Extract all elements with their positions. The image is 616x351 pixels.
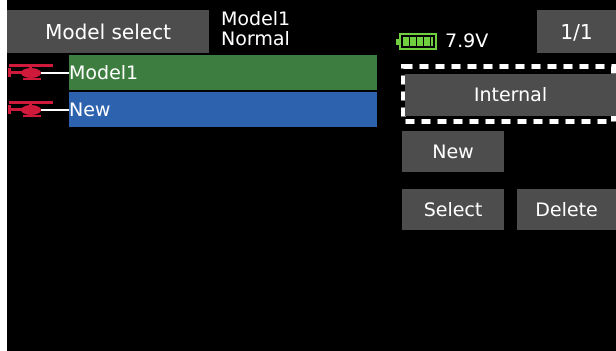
battery-voltage: 7.9V bbox=[445, 30, 489, 52]
select-model-label: Select bbox=[423, 198, 483, 221]
storage-internal-label: Internal bbox=[473, 84, 548, 106]
battery-status: 7.9V bbox=[396, 30, 489, 52]
current-model-info: Model1 Normal bbox=[221, 10, 290, 50]
select-model-button[interactable]: Select bbox=[402, 189, 504, 230]
new-model-label: New bbox=[432, 140, 474, 163]
helicopter-icon bbox=[8, 101, 69, 117]
helicopter-icon bbox=[8, 64, 69, 80]
page-indicator-label: 1/1 bbox=[560, 19, 593, 44]
storage-internal-button[interactable]: Internal bbox=[405, 74, 616, 116]
model-list-item-label: Model1 bbox=[69, 61, 139, 84]
delete-model-button[interactable]: Delete bbox=[517, 189, 616, 230]
screen-title: Model select bbox=[45, 19, 171, 44]
page-indicator[interactable]: 1/1 bbox=[537, 10, 616, 53]
current-condition: Normal bbox=[221, 28, 290, 50]
model-select-screen: Model select Model1 Normal 7.9V 1/1 Mode… bbox=[7, 0, 616, 351]
model-list-item-current[interactable]: Model1 bbox=[69, 55, 377, 90]
current-model-name: Model1 bbox=[221, 8, 291, 30]
model-list-item-label: New bbox=[69, 98, 111, 121]
screen-title-tab[interactable]: Model select bbox=[7, 10, 209, 53]
delete-model-label: Delete bbox=[535, 198, 598, 221]
new-model-button[interactable]: New bbox=[402, 131, 504, 172]
model-list-item-cursor[interactable]: New bbox=[69, 92, 377, 127]
battery-icon bbox=[396, 32, 437, 50]
